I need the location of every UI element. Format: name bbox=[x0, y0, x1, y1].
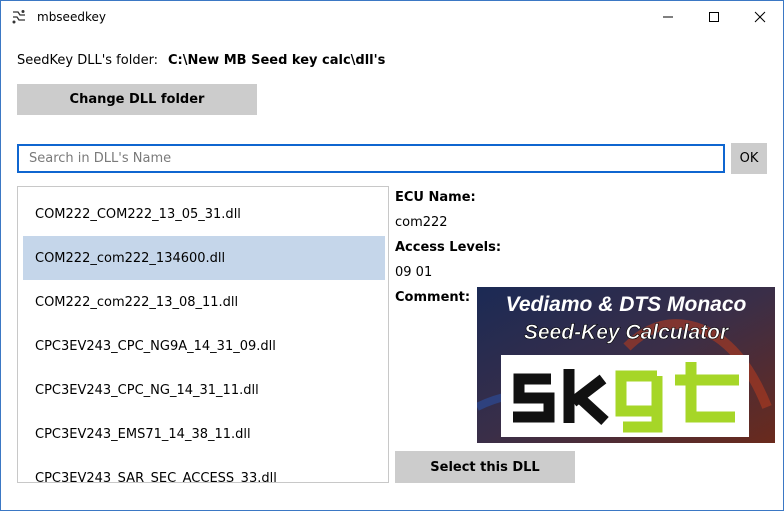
app-icon bbox=[11, 9, 27, 25]
comment-label: Comment: bbox=[395, 290, 471, 305]
search-ok-button[interactable]: OK bbox=[731, 143, 767, 174]
search-input[interactable] bbox=[17, 144, 725, 173]
app-window: mbseedkey SeedKey DLL's folder: C:\New M… bbox=[0, 0, 784, 511]
ecu-name-label: ECU Name: bbox=[395, 190, 476, 205]
list-item[interactable]: COM222_com222_13_08_11.dll bbox=[23, 280, 385, 324]
minimize-icon bbox=[663, 16, 673, 17]
list-item[interactable]: CPC3EV243_EMS71_14_38_11.dll bbox=[23, 412, 385, 456]
ecu-name-value: com222 bbox=[395, 215, 448, 230]
logo-line1: Vediamo & DTS Monaco bbox=[506, 293, 747, 316]
close-icon bbox=[754, 11, 766, 22]
maximize-icon bbox=[709, 11, 719, 22]
dll-filename: COM222_com222_134600.dll bbox=[35, 250, 226, 266]
list-item[interactable]: COM222_COM222_13_05_31.dll bbox=[23, 192, 385, 236]
window-title: mbseedkey bbox=[37, 10, 106, 24]
list-item-selected[interactable]: COM222_com222_134600.dll bbox=[23, 236, 385, 280]
dll-filename: COM222_COM222_13_05_31.dll bbox=[35, 206, 241, 222]
title-bar[interactable]: mbseedkey bbox=[1, 1, 783, 32]
change-dll-folder-button[interactable]: Change DLL folder bbox=[17, 84, 257, 115]
close-button[interactable] bbox=[737, 1, 783, 32]
logo-line2: Seed-Key Calculator bbox=[524, 321, 730, 344]
access-levels-value: 09 01 bbox=[395, 265, 433, 280]
minimize-button[interactable] bbox=[645, 1, 691, 32]
select-dll-button[interactable]: Select this DLL bbox=[395, 451, 575, 483]
dll-filename: CPC3EV243_CPC_NG9A_14_31_09.dll bbox=[35, 338, 276, 354]
skgt-logo-image: Vediamo & DTS Monaco Seed-Key Calculator bbox=[475, 287, 775, 443]
dll-list[interactable]: COM222_COM222_13_05_31.dll COM222_com222… bbox=[17, 186, 389, 483]
list-item[interactable]: CPC3EV243_CPC_NG_14_31_11.dll bbox=[23, 368, 385, 412]
dll-filename: CPC3EV243_EMS71_14_38_11.dll bbox=[35, 426, 251, 442]
maximize-button[interactable] bbox=[691, 1, 737, 32]
dll-folder-path: C:\New MB Seed key calc\dll's bbox=[168, 53, 386, 68]
dll-filename: CPC3EV243_SAR_SEC_ACCESS_33.dll bbox=[35, 470, 277, 483]
dll-folder-label: SeedKey DLL's folder: bbox=[17, 53, 159, 68]
list-item[interactable]: CPC3EV243_CPC_NG9A_14_31_09.dll bbox=[23, 324, 385, 368]
access-levels-label: Access Levels: bbox=[395, 240, 502, 255]
list-item[interactable]: CPC3EV243_SAR_SEC_ACCESS_33.dll bbox=[23, 456, 385, 483]
dll-filename: COM222_com222_13_08_11.dll bbox=[35, 294, 239, 310]
dll-filename: CPC3EV243_CPC_NG_14_31_11.dll bbox=[35, 382, 259, 398]
